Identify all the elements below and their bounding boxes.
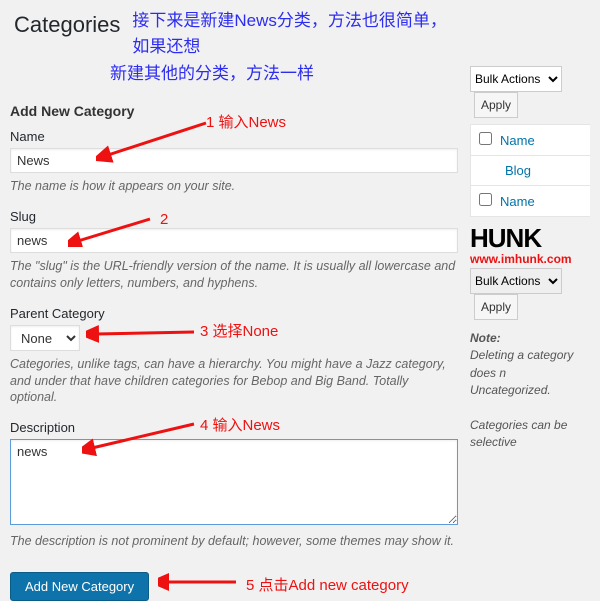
bulk-actions-select[interactable]: Bulk Actions xyxy=(470,268,562,294)
annotation-5: 5 点击Add new category xyxy=(246,574,409,595)
note-text: Uncategorized. xyxy=(470,383,551,397)
annotation-3: 3 选择None xyxy=(200,320,278,341)
note-label: Note: xyxy=(470,331,501,345)
col-name[interactable]: Name xyxy=(500,133,535,148)
banner-line2: 新建其他的分类，方法一样 xyxy=(14,61,458,87)
note-text: Categories can be selective xyxy=(470,418,567,449)
apply-button[interactable]: Apply xyxy=(474,294,518,320)
description-textarea[interactable]: news xyxy=(10,439,458,525)
description-help: The description is not prominent by defa… xyxy=(10,533,458,550)
banner-line1: 接下来是新建News分类，方法也很简单，如果还想 xyxy=(132,8,458,61)
row-blog[interactable]: Blog xyxy=(505,163,531,178)
logo-url: www.imhunk.com xyxy=(470,252,590,266)
arrow-icon xyxy=(158,572,244,592)
page-title: Categories xyxy=(14,8,120,61)
name-input[interactable] xyxy=(10,148,458,173)
apply-button[interactable]: Apply xyxy=(474,92,518,118)
slug-input[interactable] xyxy=(10,228,458,253)
select-all-checkbox[interactable] xyxy=(479,132,492,145)
category-table: Name Blog Name xyxy=(470,124,590,217)
logo-text: HUNK xyxy=(470,223,590,254)
add-category-button[interactable]: Add New Category xyxy=(10,572,149,601)
parent-select[interactable]: None xyxy=(10,325,80,351)
arrow-icon xyxy=(86,324,202,344)
description-label: Description xyxy=(10,420,458,435)
slug-help: The "slug" is the URL-friendly version o… xyxy=(10,258,458,292)
select-all-checkbox[interactable] xyxy=(479,193,492,206)
name-help: The name is how it appears on your site. xyxy=(10,178,458,195)
note-text: Deleting a category does n xyxy=(470,348,573,379)
bulk-actions-select[interactable]: Bulk Actions xyxy=(470,66,562,92)
col-name[interactable]: Name xyxy=(500,194,535,209)
name-label: Name xyxy=(10,129,458,144)
section-heading: Add New Category xyxy=(10,103,458,119)
parent-help: Categories, unlike tags, can have a hier… xyxy=(10,356,458,407)
slug-label: Slug xyxy=(10,209,458,224)
parent-label: Parent Category xyxy=(10,306,458,321)
